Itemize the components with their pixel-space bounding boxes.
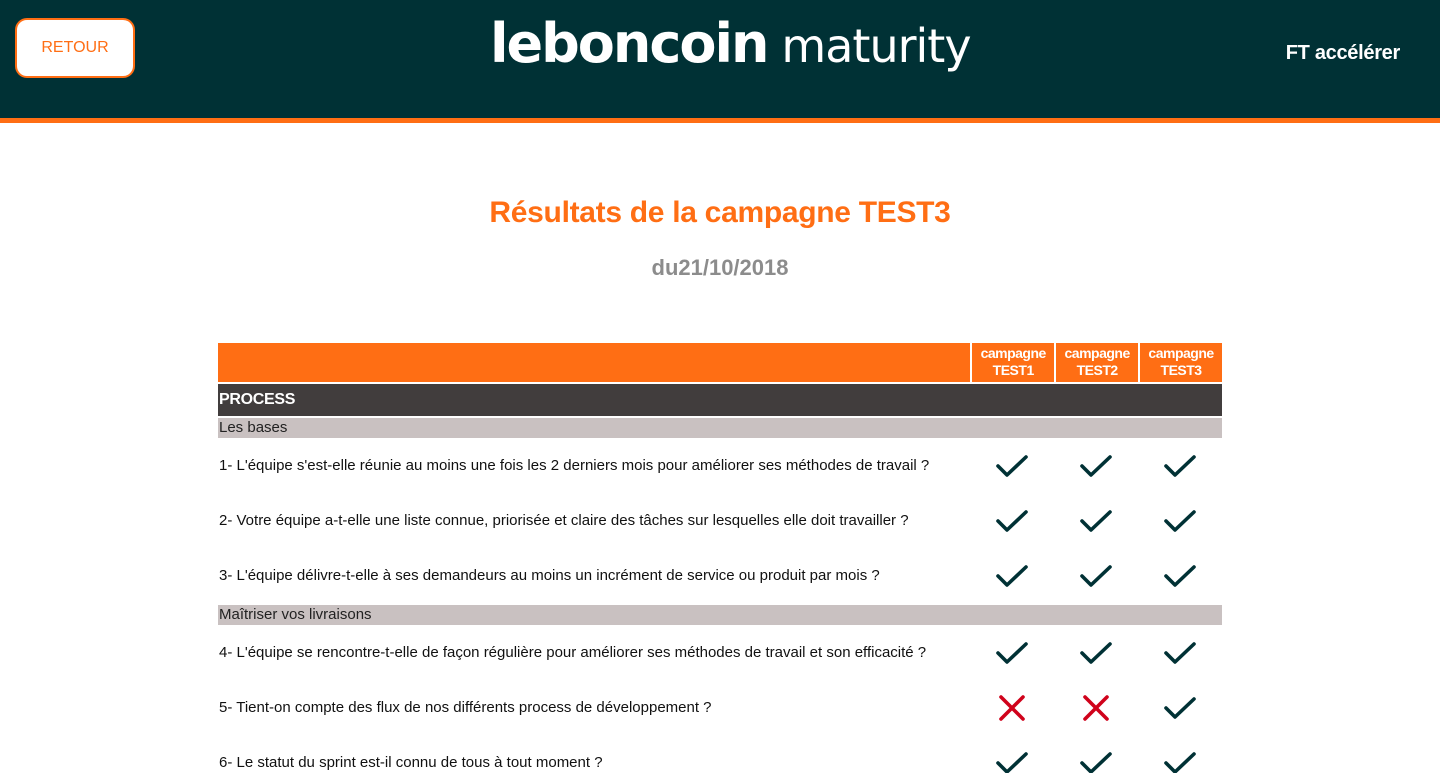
- check-icon: [996, 564, 1029, 587]
- answer-cell: [1054, 735, 1138, 773]
- question-text: 5- Tient-on compte des flux de nos diffé…: [219, 699, 712, 716]
- question-text: 3- L'équipe délivre-t-elle à ses demande…: [219, 567, 880, 584]
- table-row: 1- L'équipe s'est-elle réunie au moins u…: [218, 438, 1222, 493]
- page-title: Résultats de la campagne TEST3: [489, 196, 951, 229]
- table-row: 3- L'équipe délivre-t-elle à ses demande…: [218, 548, 1222, 603]
- table-row: 5- Tient-on compte des flux de nos diffé…: [218, 680, 1222, 735]
- answer-cell: [1138, 735, 1222, 773]
- check-icon: [1164, 751, 1196, 773]
- answer-cell: [970, 735, 1054, 773]
- answer-cell: [970, 493, 1054, 548]
- page-subtitle: du21/10/2018: [651, 255, 789, 280]
- answer-cell: [970, 438, 1054, 493]
- table-header-blank: [218, 343, 971, 382]
- question-groups: Les bases 1- L'équipe s'est-elle réunie a…: [218, 418, 1222, 773]
- subsection-row: Maîtriser vos livraisons: [218, 605, 1222, 625]
- check-icon: [996, 454, 1029, 477]
- cross-icon: [1083, 694, 1109, 721]
- check-icon: [996, 751, 1029, 773]
- answer-cell: [1138, 493, 1222, 548]
- column-header-test3: campagne TEST3: [1140, 343, 1223, 382]
- subsection-row: Les bases: [218, 418, 1222, 438]
- cross-icon: [999, 694, 1026, 721]
- answer-cell: [1054, 493, 1138, 548]
- table-row: 2- Votre équipe a-t-elle une liste connu…: [218, 493, 1222, 548]
- question-text: 1- L'équipe s'est-elle réunie au moins u…: [219, 457, 930, 474]
- table-header-row: campagne TEST1 campagne TEST2 campagne T…: [218, 343, 1223, 382]
- answer-cell: [1054, 548, 1138, 603]
- column-header-test1: campagne TEST1: [972, 343, 1055, 382]
- check-icon: [1080, 454, 1112, 477]
- logo-suffix: maturity: [781, 19, 971, 73]
- answer-cell: [970, 625, 1054, 680]
- top-bar: RETOUR leboncoin maturity FT accélérer: [0, 0, 1440, 118]
- check-icon: [1164, 509, 1196, 532]
- check-icon: [1164, 564, 1196, 587]
- column-header-test2: campagne TEST2: [1056, 343, 1139, 382]
- check-icon: [1080, 641, 1112, 664]
- back-button[interactable]: RETOUR: [15, 18, 135, 78]
- answer-cell: [1138, 680, 1222, 735]
- check-icon: [1080, 564, 1112, 587]
- question-text: 2- Votre équipe a-t-elle une liste connu…: [219, 512, 909, 529]
- check-icon: [996, 641, 1029, 664]
- answer-cell: [1054, 438, 1138, 493]
- check-icon: [1164, 641, 1196, 664]
- section-process: PROCESS: [218, 384, 1222, 416]
- team-name: FT accélérer: [1285, 42, 1401, 64]
- answer-cell: [1138, 548, 1222, 603]
- check-icon: [1164, 454, 1196, 477]
- results-table: campagne TEST1 campagne TEST2 campagne T…: [218, 343, 1223, 773]
- question-text: 4- L'équipe se rencontre-t-elle de façon…: [219, 644, 927, 661]
- header-accent-stripe: [0, 118, 1440, 123]
- app-logo[interactable]: leboncoin maturity: [490, 12, 972, 84]
- answer-cell: [1138, 625, 1222, 680]
- logo-brand: leboncoin: [490, 12, 769, 75]
- check-icon: [1164, 696, 1196, 719]
- answer-cell: [1054, 680, 1138, 735]
- answer-cell: [970, 680, 1054, 735]
- answer-cell: [1138, 438, 1222, 493]
- check-icon: [1080, 509, 1112, 532]
- question-text: 6- Le statut du sprint est-il connu de t…: [219, 754, 603, 771]
- table-row: 6- Le statut du sprint est-il connu de t…: [218, 735, 1222, 773]
- check-icon: [996, 509, 1029, 532]
- check-icon: [1080, 751, 1112, 773]
- table-row: 4- L'équipe se rencontre-t-elle de façon…: [218, 625, 1222, 680]
- answer-cell: [1054, 625, 1138, 680]
- answer-cell: [970, 548, 1054, 603]
